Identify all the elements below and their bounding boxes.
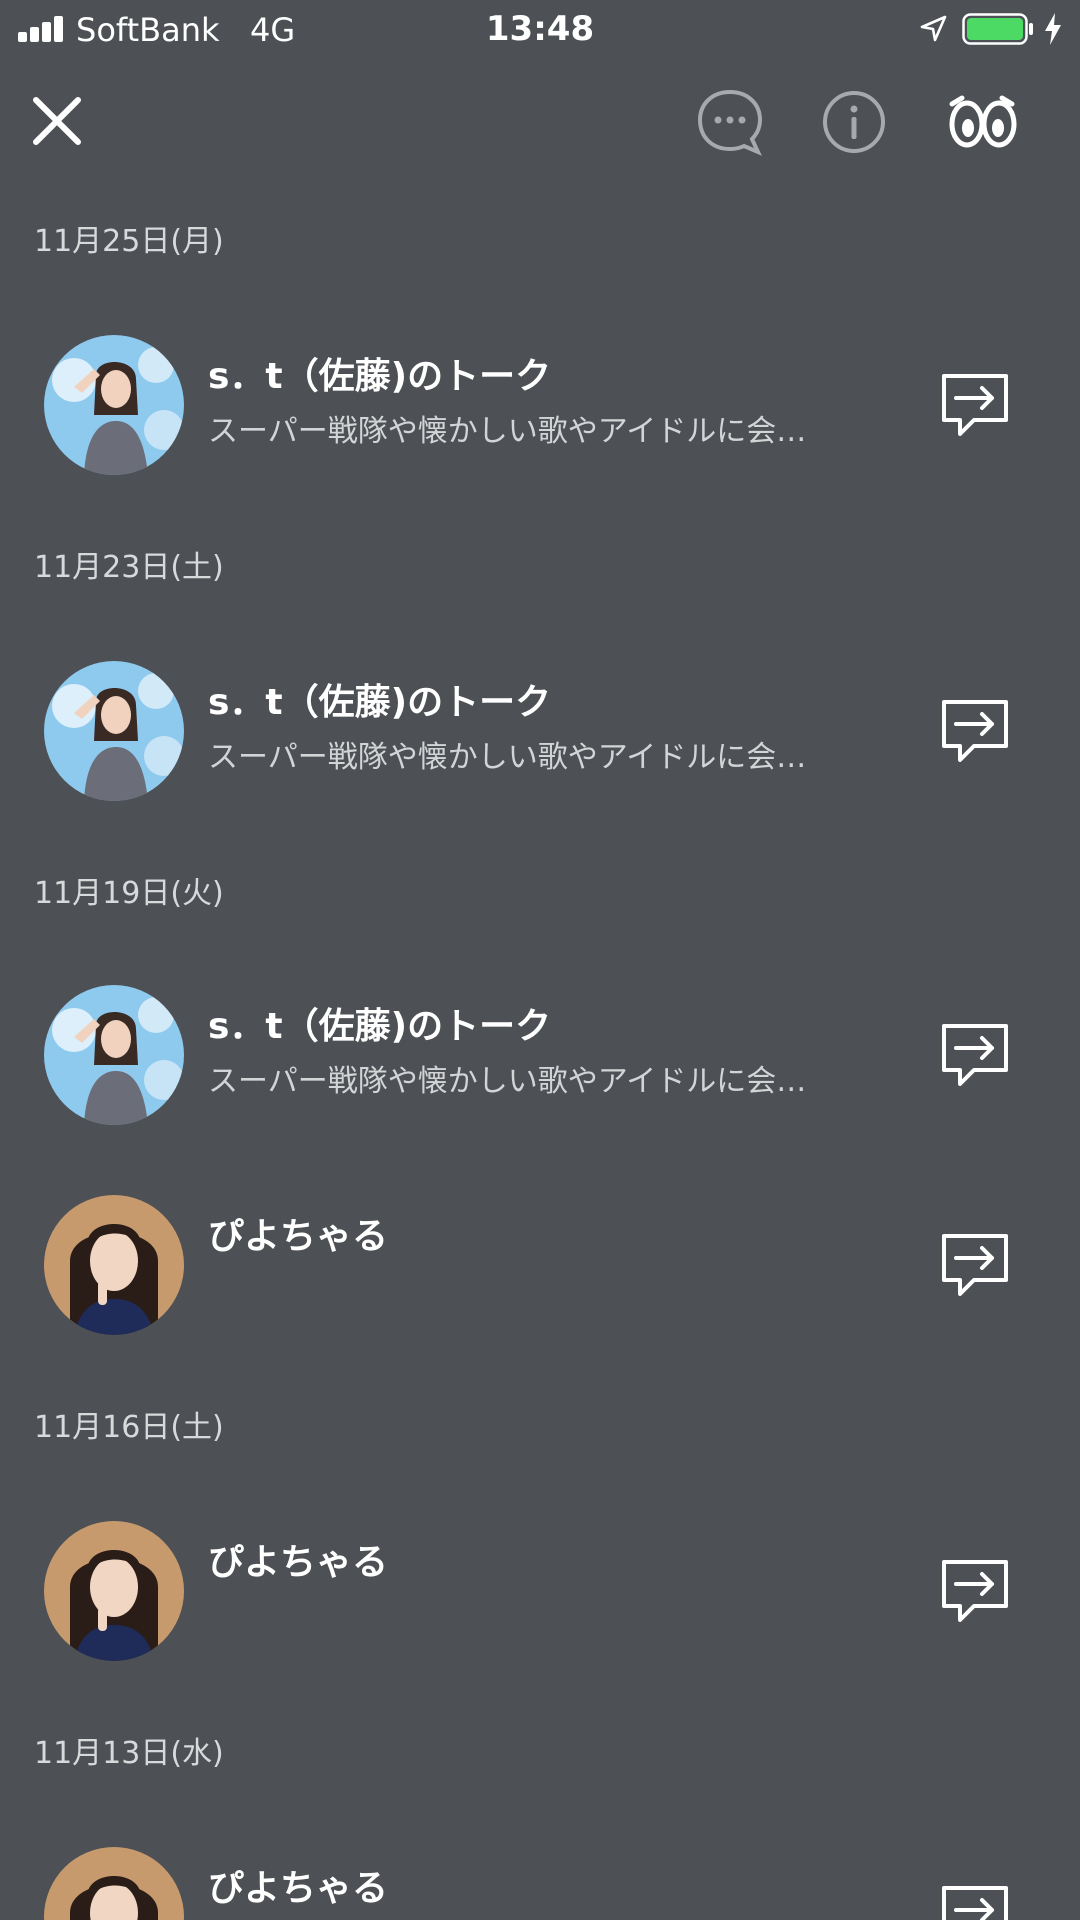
share-icon [942, 1886, 1008, 1920]
chat-preview: スーパー戦隊や懐かしい歌やアイドルに会… [208, 414, 807, 449]
chat-row[interactable]: s．t（佐藤)のトーク スーパー戦隊や懐かしい歌やアイドルに会… [0, 320, 1080, 490]
carrier-name: SoftBank [76, 11, 220, 49]
chat-options-button[interactable] [688, 80, 772, 164]
date-header: 11月19日(火) [34, 876, 224, 911]
status-bar: SoftBank 4G 13:48 [0, 0, 1080, 60]
speech-bubble-ellipsis-icon [697, 89, 763, 156]
eyes-icon [949, 95, 1017, 148]
info-button[interactable] [812, 80, 896, 164]
chat-title: ぴよちゃる [208, 1542, 389, 1583]
share-button[interactable] [940, 1558, 1010, 1624]
chat-preview: スーパー戦隊や懐かしい歌やアイドルに会… [208, 740, 807, 775]
close-icon [33, 97, 81, 145]
share-icon [942, 1560, 1008, 1622]
location-arrow-icon [920, 15, 947, 42]
date-header: 11月23日(土) [34, 550, 224, 585]
avatar [44, 335, 184, 475]
clock: 13:48 [485, 9, 595, 49]
chat-row[interactable]: ぴよちゃる [0, 1506, 1080, 1676]
chat-row[interactable]: ぴよちゃる [0, 1832, 1080, 1920]
date-header: 11月13日(水) [34, 1736, 224, 1771]
network-type: 4G [250, 11, 296, 49]
avatar [44, 1521, 184, 1661]
share-button[interactable] [940, 1022, 1010, 1088]
chat-title: ぴよちゃる [208, 1216, 389, 1257]
chat-row[interactable]: ぴよちゃる [0, 1180, 1080, 1350]
avatar [44, 1195, 184, 1335]
share-icon [942, 1234, 1008, 1296]
signal-strength-icon [18, 16, 66, 42]
top-toolbar [0, 80, 1080, 164]
date-header: 11月16日(土) [34, 1410, 224, 1445]
share-button[interactable] [940, 698, 1010, 764]
chat-title: s．t（佐藤)のトーク [208, 356, 552, 397]
share-button[interactable] [940, 1232, 1010, 1298]
chat-row[interactable]: s．t（佐藤)のトーク スーパー戦隊や懐かしい歌やアイドルに会… [0, 970, 1080, 1140]
chat-title: s．t（佐藤)のトーク [208, 682, 552, 723]
share-icon [942, 374, 1008, 436]
close-button[interactable] [16, 80, 100, 164]
share-icon [942, 1024, 1008, 1086]
chat-preview: スーパー戦隊や懐かしい歌やアイドルに会… [208, 1064, 807, 1099]
share-icon [942, 700, 1008, 762]
avatar [44, 1847, 184, 1920]
chat-title: s．t（佐藤)のトーク [208, 1006, 552, 1047]
avatar [44, 661, 184, 801]
avatar [44, 985, 184, 1125]
info-icon [823, 91, 885, 153]
charging-bolt-icon [1045, 13, 1061, 45]
date-header: 11月25日(月) [34, 224, 224, 259]
chat-row[interactable]: s．t（佐藤)のトーク スーパー戦隊や懐かしい歌やアイドルに会… [0, 646, 1080, 816]
share-button[interactable] [940, 1884, 1010, 1920]
share-button[interactable] [940, 372, 1010, 438]
chat-title: ぴよちゃる [208, 1868, 389, 1909]
eyes-button[interactable] [940, 80, 1024, 164]
battery-icon [962, 13, 1033, 45]
